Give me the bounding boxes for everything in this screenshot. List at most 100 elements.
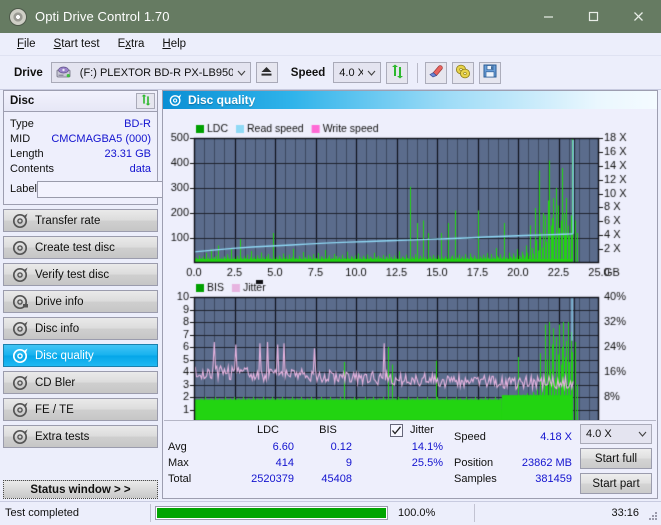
disc-row-length: Length 23.31 GB <box>10 146 151 161</box>
progress-percent: 100.0% <box>398 507 436 519</box>
maximize-icon[interactable] <box>571 0 616 33</box>
start-full-button[interactable]: Start full <box>580 448 652 469</box>
menu-label-start-test: tart test <box>61 38 100 50</box>
sidebar-item-cd-bler[interactable]: CD Bler <box>3 371 158 394</box>
sidebar-item-verify-test-disc[interactable]: Verify test disc <box>3 263 158 286</box>
app-disc-icon <box>9 7 27 26</box>
status-window-button[interactable]: Status window > > <box>3 480 158 499</box>
disc-row-contents-value: data <box>129 162 151 175</box>
disc-icon <box>12 429 29 445</box>
sidebar-item-create-test-disc[interactable]: Create test disc <box>3 236 158 259</box>
stats-panel: LDC BIS Jitter Avg Max Total 6.60 414 25… <box>164 420 656 497</box>
disc-icon <box>12 294 29 310</box>
disc-row-type: Type BD-R <box>10 116 151 131</box>
disc-row-mid: MID CMCMAGBA5 (000) <box>10 131 151 146</box>
disc-row-type-value: BD-R <box>124 117 151 130</box>
menu-label-help: elp <box>170 38 187 50</box>
sidebar-item-label: FE / TE <box>35 403 74 416</box>
ldc-total-value: 2520379 <box>251 473 294 485</box>
disc-icon <box>12 267 29 283</box>
chevron-down-icon <box>634 431 651 437</box>
content-header: Disc quality <box>163 91 657 109</box>
disc-info-panel: Disc Type BD-R MID CMCMAGBA5 (000) Lengt… <box>3 90 241 205</box>
speed-stat-value: 4.18 X <box>540 431 572 443</box>
sidebar-item-disc-quality[interactable]: Disc quality <box>3 344 158 367</box>
menu-item-extra[interactable]: Extra <box>109 36 154 52</box>
sidebar-item-fe-te[interactable]: FE / TE <box>3 398 158 421</box>
toolbar: Drive (F:) PLEXTOR BD-R PX-LB950SA 1.06 <box>0 56 661 90</box>
disc-row-contents-key: Contents <box>10 162 55 175</box>
toolbar-divider <box>417 62 419 83</box>
speed-select-value: 4.0 X <box>339 66 364 79</box>
ldc-avg-value: 6.60 <box>272 441 294 453</box>
disc-icon <box>12 348 29 364</box>
menu-item-start-test[interactable]: Start test <box>45 36 109 52</box>
app-window: Opti Drive Control 1.70 File Start test … <box>0 0 661 524</box>
sidebar-item-disc-info[interactable]: Disc info <box>3 317 158 340</box>
jitter-checkbox[interactable] <box>390 424 403 437</box>
progress-fill <box>157 508 386 518</box>
disc-quality-charts <box>164 110 656 423</box>
chevron-down-icon <box>233 70 250 76</box>
sidebar-nav: Transfer rate Create test disc Verify te… <box>3 209 158 448</box>
content-panel: Disc quality LDC BIS Jitter Avg Max Tota… <box>162 90 658 499</box>
elapsed-time: 33:16 <box>611 507 639 519</box>
disc-row-type-key: Type <box>10 117 34 130</box>
body-split: Disc Type BD-R MID CMCMAGBA5 (000) Lengt… <box>0 90 661 502</box>
disc-panel-header: Disc <box>4 91 157 112</box>
menu-item-help[interactable]: Help <box>153 36 195 52</box>
sidebar-item-label: Create test disc <box>35 241 115 254</box>
menu-item-file[interactable]: File <box>8 36 45 52</box>
disc-label-key: Label <box>10 183 37 195</box>
disc-refresh-button[interactable] <box>136 93 155 109</box>
resize-grip[interactable] <box>647 510 659 522</box>
stats-col-ldc: LDC <box>256 424 279 436</box>
close-icon[interactable] <box>616 0 661 33</box>
eject-icon <box>260 66 273 80</box>
minimize-icon[interactable] <box>526 0 571 33</box>
refresh-icon <box>390 64 405 82</box>
disc-row-contents: Contents data <box>10 161 151 176</box>
drive-select-value: (F:) PLEXTOR BD-R PX-LB950SA 1.06 <box>79 66 233 79</box>
status-bar: Test completed 100.0% 33:16 <box>0 501 661 524</box>
save-button[interactable] <box>479 61 502 84</box>
speed-select[interactable]: 4.0 X <box>333 62 382 83</box>
bis-max-value: 9 <box>345 457 352 469</box>
sidebar: Disc Type BD-R MID CMCMAGBA5 (000) Lengt… <box>3 90 241 499</box>
start-part-button[interactable]: Start part <box>580 473 652 494</box>
test-speed-select[interactable]: 4.0 X <box>580 424 652 444</box>
stats-col-bis: BIS <box>319 424 337 436</box>
sidebar-item-transfer-rate[interactable]: Transfer rate <box>3 209 158 232</box>
progress-track <box>155 506 388 520</box>
refresh-button[interactable] <box>386 61 409 84</box>
sidebar-item-label: CD Bler <box>35 376 76 389</box>
sidebar-item-extra-tests[interactable]: Extra tests <box>3 425 158 448</box>
save-floppy-icon <box>483 64 497 81</box>
eraser-icon <box>428 64 444 81</box>
jitter-label: Jitter <box>410 424 434 436</box>
samples-label: Samples <box>454 473 497 485</box>
bis-total-value: 45408 <box>321 473 352 485</box>
samples-value: 381459 <box>535 473 572 485</box>
bis-avg-value: 0.12 <box>330 441 352 453</box>
position-value: 23862 MB <box>521 457 572 469</box>
content-title: Disc quality <box>188 93 256 107</box>
sidebar-item-label: Transfer rate <box>35 214 101 227</box>
erase-button[interactable] <box>425 61 448 84</box>
sidebar-item-label: Drive info <box>35 295 84 308</box>
drive-label: Drive <box>14 66 43 79</box>
jitter-max-value: 25.5% <box>411 457 443 469</box>
discs-button[interactable] <box>452 61 475 84</box>
status-message: Test completed <box>5 507 79 519</box>
ldc-max-value: 414 <box>275 457 294 469</box>
test-speed-value: 4.0 X <box>586 428 612 440</box>
disc-row-mid-value: CMCMAGBA5 (000) <box>51 132 151 145</box>
sidebar-item-drive-info[interactable]: Drive info <box>3 290 158 313</box>
menu-bar: File Start test Extra Help <box>0 33 661 56</box>
refresh-icon <box>140 93 152 109</box>
disc-label-row: Label <box>10 179 241 199</box>
disc-rows: Type BD-R MID CMCMAGBA5 (000) Length 23.… <box>4 112 241 204</box>
position-label: Position <box>454 457 494 469</box>
drive-select[interactable]: (F:) PLEXTOR BD-R PX-LB950SA 1.06 <box>50 62 251 83</box>
eject-button[interactable] <box>255 62 278 83</box>
